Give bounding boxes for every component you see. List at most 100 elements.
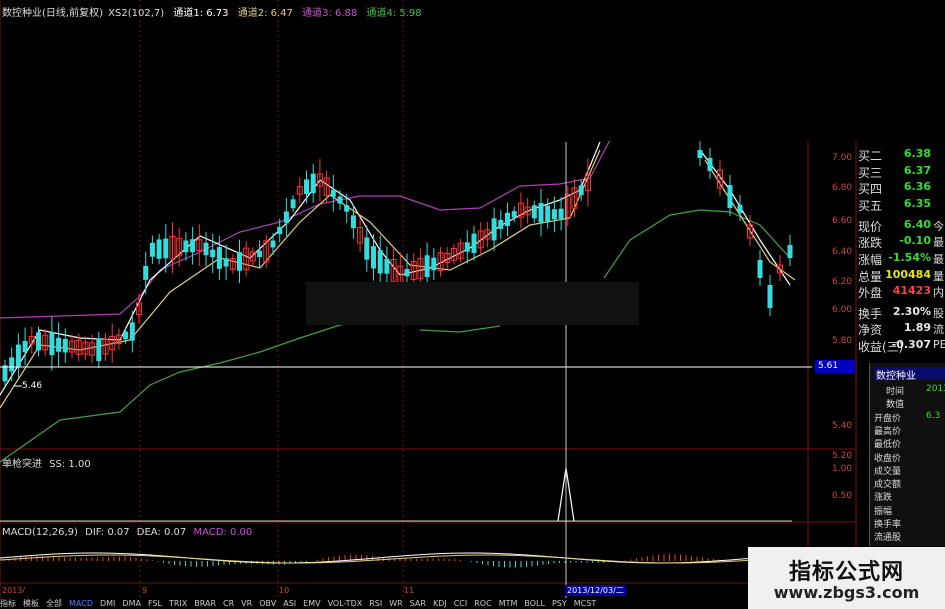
indicator-tab[interactable]: RSI bbox=[369, 599, 382, 608]
candle-body bbox=[511, 211, 517, 218]
tooltip-label: 时间 bbox=[886, 387, 905, 397]
watermark-url: www.zbgs3.com bbox=[773, 583, 920, 602]
candle-body bbox=[304, 179, 309, 195]
quote-value: 6.35 bbox=[903, 197, 931, 210]
tooltip-value: 2013 bbox=[926, 384, 945, 394]
candle-body bbox=[491, 218, 497, 241]
candle-body bbox=[431, 257, 437, 271]
tooltip-label: 振幅 bbox=[874, 506, 893, 517]
candle-body bbox=[404, 269, 410, 277]
indicator-tab[interactable]: DMI bbox=[100, 599, 115, 608]
quote-label: 外盘 bbox=[858, 286, 883, 300]
indicator-tab[interactable]: PSY bbox=[552, 599, 567, 608]
quote-label: 换手 bbox=[858, 307, 883, 321]
candle-body bbox=[551, 209, 557, 220]
watermark: 指标公式网 www.zbgs3.com bbox=[748, 547, 945, 609]
indicator-tab[interactable]: FSL bbox=[148, 599, 162, 608]
indicator-tab[interactable]: DMA bbox=[122, 599, 141, 608]
candle-body bbox=[22, 340, 28, 353]
indicator-tab[interactable]: VR bbox=[241, 599, 252, 608]
tooltip-label: 涨跌 bbox=[874, 493, 893, 504]
quote-label: 涨幅 bbox=[858, 253, 883, 267]
indicator-tabs: 指标 模板 全部 MACD DMI DMA FSL TRIX BRAR CR VR OBV ASI EMV… bbox=[0, 598, 760, 609]
candle-body bbox=[531, 205, 537, 219]
tooltip-row: 收盘价 bbox=[874, 451, 901, 464]
indicator-tab[interactable]: BOLL bbox=[524, 599, 545, 608]
price-chart[interactable] bbox=[0, 0, 945, 609]
tooltip-row: 涨跌 bbox=[874, 490, 892, 503]
quote-label: 涨跌 bbox=[858, 236, 883, 250]
redaction-block bbox=[533, 0, 945, 141]
candle-body bbox=[707, 158, 713, 171]
candle-body bbox=[767, 285, 773, 308]
price-marker: 5.61 bbox=[815, 360, 855, 373]
candle-body bbox=[36, 332, 41, 351]
quote-extra: 最 bbox=[933, 236, 944, 249]
sub1-axis-2: 0.50 bbox=[832, 491, 853, 501]
candle-body bbox=[149, 242, 155, 257]
quote-extra: 股 bbox=[933, 307, 944, 320]
quote-value: 6.36 bbox=[903, 180, 931, 193]
tooltip-row: 成交量 bbox=[874, 464, 901, 477]
indicator-tab[interactable]: KDJ bbox=[433, 599, 447, 608]
indicator-tab[interactable]: ROC bbox=[474, 599, 491, 608]
indicator-tab[interactable]: SAR bbox=[410, 599, 426, 608]
indicator-tab[interactable]: ASI bbox=[283, 599, 296, 608]
candle-body bbox=[505, 212, 510, 226]
candle-body bbox=[277, 227, 283, 235]
channel4-value: 通道4: 5.98 bbox=[366, 8, 422, 19]
indicator-tab[interactable]: TRIX bbox=[169, 599, 187, 608]
ma-white-line bbox=[699, 149, 791, 286]
sub1-value: SS: 1.00 bbox=[49, 459, 91, 470]
cursor-date: 2013/12/03/二 bbox=[565, 585, 626, 596]
indicator-tab[interactable]: 全部 bbox=[46, 599, 62, 608]
candle-body bbox=[377, 250, 383, 274]
quote-row: 买四 6.36 bbox=[858, 180, 945, 196]
candle-body bbox=[384, 258, 390, 274]
quote-value: -1.54% bbox=[888, 251, 931, 264]
indicator-tab[interactable]: CR bbox=[223, 599, 234, 608]
tooltip-label: 成交额 bbox=[874, 480, 902, 491]
quote-label: 现价 bbox=[858, 220, 883, 234]
quote-label: 买四 bbox=[858, 182, 883, 196]
candle-body bbox=[787, 245, 793, 258]
price-axis-label: 6.20 bbox=[832, 277, 853, 287]
tooltip-label: 开盘价 bbox=[874, 413, 902, 424]
tooltip-title: 数控种业 bbox=[874, 367, 945, 382]
candle-body bbox=[538, 203, 544, 223]
tooltip-label: 数值 bbox=[886, 400, 905, 411]
indicator-tab[interactable]: OBV bbox=[259, 599, 276, 608]
candle-body bbox=[737, 205, 743, 213]
quote-row: 现价 6.40 今 bbox=[858, 218, 945, 234]
indicator-tab[interactable]: WR bbox=[389, 599, 402, 608]
indicator-tab[interactable]: 模板 bbox=[23, 599, 39, 608]
tooltip-row: 振幅 bbox=[874, 504, 892, 517]
candle-body bbox=[203, 242, 209, 256]
low-price-label: 5.46 bbox=[22, 381, 43, 391]
quote-value: 1.89 bbox=[903, 321, 931, 334]
candle-body bbox=[757, 260, 763, 278]
indicator-tab[interactable]: MTM bbox=[499, 599, 518, 608]
candle-body bbox=[123, 331, 129, 340]
candle-body bbox=[2, 365, 8, 382]
macd-dif-line bbox=[0, 552, 791, 564]
indicator-tab[interactable]: BRAR bbox=[194, 599, 216, 608]
macd-dif: DIF: 0.07 bbox=[85, 527, 130, 538]
indicator-tab[interactable]: MACD bbox=[69, 599, 93, 608]
tooltip-row: 时间 2013 bbox=[874, 384, 945, 397]
indicator-tab[interactable]: EMV bbox=[303, 599, 320, 608]
quote-value: 6.38 bbox=[903, 147, 931, 160]
indicator-tab[interactable]: MCST bbox=[574, 599, 596, 608]
tooltip-label: 成交量 bbox=[874, 466, 902, 477]
macd-label: MACD(12,26,9) bbox=[2, 527, 78, 538]
quote-value: 41423 bbox=[892, 284, 931, 297]
channel-green-line bbox=[419, 325, 501, 333]
tooltip-row: 成交额 bbox=[874, 477, 901, 490]
tooltip-label: 最低价 bbox=[874, 440, 902, 451]
candle-body bbox=[290, 199, 296, 209]
price-axis-label: 5.20 bbox=[832, 451, 853, 461]
indicator-tab[interactable]: VOL-TDX bbox=[328, 599, 363, 608]
indicator-tab[interactable]: 指标 bbox=[0, 599, 16, 608]
indicator-tab[interactable]: CCI bbox=[454, 599, 468, 608]
tooltip-label: 换手率 bbox=[874, 520, 902, 530]
